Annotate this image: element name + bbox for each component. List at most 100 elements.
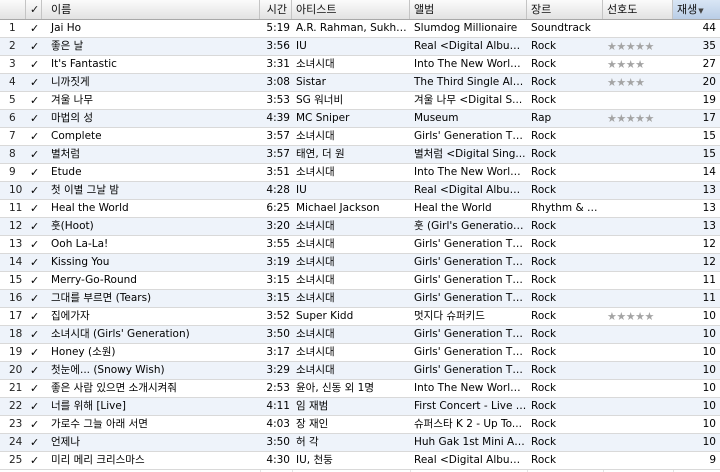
checkbox[interactable]: ✓ bbox=[26, 272, 42, 289]
track-name[interactable]: Merry-Go-Round bbox=[42, 272, 260, 289]
track-artist[interactable]: 윤아, 신동 외 1명 bbox=[292, 380, 410, 397]
header-rating[interactable]: 선호도 bbox=[603, 0, 673, 19]
checkbox[interactable]: ✓ bbox=[26, 344, 42, 361]
table-row[interactable]: 5 ✓ 겨울 나무 3:53 SG 워너비 겨울 나무 <Digital S... Rock… bbox=[0, 92, 720, 110]
track-artist[interactable]: 태연, 더 원 bbox=[292, 146, 410, 163]
track-rating[interactable] bbox=[603, 326, 673, 343]
track-rating[interactable] bbox=[603, 362, 673, 379]
track-artist[interactable]: 소녀시대 bbox=[292, 362, 410, 379]
table-row[interactable]: 13 ✓ Ooh La-La! 3:55 소녀시대 Girls' Generation T… bbox=[0, 236, 720, 254]
track-artist[interactable]: 소녀시대 bbox=[292, 56, 410, 73]
track-genre[interactable]: Rock bbox=[527, 92, 603, 109]
track-artist[interactable]: 소녀시대 bbox=[292, 164, 410, 181]
track-name[interactable]: 훗(Hoot) bbox=[42, 218, 260, 235]
track-artist[interactable]: 소녀시대 bbox=[292, 218, 410, 235]
track-name[interactable]: 첫 이별 그날 밤 bbox=[42, 182, 260, 199]
checkbox[interactable]: ✓ bbox=[26, 38, 42, 55]
header-name[interactable]: 이름 bbox=[42, 0, 260, 19]
track-rating[interactable] bbox=[603, 416, 673, 433]
checkbox[interactable]: ✓ bbox=[26, 218, 42, 235]
track-artist[interactable]: IU, 천둥 bbox=[292, 452, 410, 469]
checkbox[interactable]: ✓ bbox=[26, 164, 42, 181]
table-row[interactable]: 4 ✓ 니까짓게 3:08 Sistar The Third Single Alb... R… bbox=[0, 74, 720, 92]
track-genre[interactable]: Rock bbox=[527, 74, 603, 91]
checkbox[interactable]: ✓ bbox=[26, 416, 42, 433]
table-row[interactable]: 24 ✓ 언제나 3:50 허 각 Huh Gak 1st Mini Al... Rock 1… bbox=[0, 434, 720, 452]
track-album[interactable]: Girls' Generation Th... bbox=[410, 236, 527, 253]
track-album[interactable]: 슈퍼스타 K 2 - Up To... bbox=[410, 416, 527, 433]
track-name[interactable]: 집에가자 bbox=[42, 308, 260, 325]
checkbox[interactable]: ✓ bbox=[26, 434, 42, 451]
track-rating[interactable] bbox=[603, 164, 673, 181]
track-album[interactable]: Into The New World ... bbox=[410, 380, 527, 397]
track-rating[interactable]: ★★★★★ bbox=[603, 308, 673, 325]
track-rating[interactable]: ★★★★ bbox=[603, 74, 673, 91]
track-rating[interactable] bbox=[603, 236, 673, 253]
track-genre[interactable]: Rock bbox=[527, 308, 603, 325]
checkbox[interactable]: ✓ bbox=[26, 236, 42, 253]
checkbox[interactable]: ✓ bbox=[26, 56, 42, 73]
track-album[interactable]: Girls' Generation Th... bbox=[410, 254, 527, 271]
header-time[interactable]: 시간 bbox=[260, 0, 292, 19]
checkbox[interactable]: ✓ bbox=[26, 200, 42, 217]
checkbox[interactable]: ✓ bbox=[26, 92, 42, 109]
track-artist[interactable]: A.R. Rahman, Sukhvi... bbox=[292, 20, 410, 37]
track-genre[interactable]: Rock bbox=[527, 380, 603, 397]
track-rating[interactable] bbox=[603, 344, 673, 361]
track-genre[interactable]: Rock bbox=[527, 56, 603, 73]
table-row[interactable]: 25 ✓ 미리 메리 크리스마스 4:30 IU, 천둥 Real <Digital Al… bbox=[0, 452, 720, 470]
track-name[interactable]: 좋은 날 bbox=[42, 38, 260, 55]
track-genre[interactable]: Rock bbox=[527, 272, 603, 289]
track-artist[interactable]: Michael Jackson bbox=[292, 200, 410, 217]
track-name[interactable]: Heal the World bbox=[42, 200, 260, 217]
track-name[interactable]: 별처럼 bbox=[42, 146, 260, 163]
table-row[interactable]: 11 ✓ Heal the World 6:25 Michael Jackson Heal… bbox=[0, 200, 720, 218]
track-rating[interactable] bbox=[603, 20, 673, 37]
track-album[interactable]: 겨울 나무 <Digital S... bbox=[410, 92, 527, 109]
track-artist[interactable]: IU bbox=[292, 182, 410, 199]
track-genre[interactable]: Rhythm & B... bbox=[527, 200, 603, 217]
track-genre[interactable]: Rock bbox=[527, 326, 603, 343]
track-name[interactable]: It's Fantastic bbox=[42, 56, 260, 73]
track-album[interactable]: 멋지다 슈퍼키드 bbox=[410, 308, 527, 325]
track-artist[interactable]: 소녀시대 bbox=[292, 128, 410, 145]
table-row[interactable]: 3 ✓ It's Fantastic 3:31 소녀시대 Into The New Wor… bbox=[0, 56, 720, 74]
track-album[interactable]: Girls' Generation Th... bbox=[410, 362, 527, 379]
track-rating[interactable] bbox=[603, 254, 673, 271]
track-rating[interactable] bbox=[603, 398, 673, 415]
track-genre[interactable]: Rock bbox=[527, 182, 603, 199]
track-album[interactable]: Girls' Generation Th... bbox=[410, 128, 527, 145]
track-genre[interactable]: Rock bbox=[527, 146, 603, 163]
track-name[interactable]: 가로수 그늘 아래 서면 bbox=[42, 416, 260, 433]
track-rating[interactable] bbox=[603, 290, 673, 307]
table-row[interactable]: 12 ✓ 훗(Hoot) 3:20 소녀시대 훗 (Girl's Generation..… bbox=[0, 218, 720, 236]
track-artist[interactable]: 소녀시대 bbox=[292, 236, 410, 253]
track-album[interactable]: First Concert - Live &... bbox=[410, 398, 527, 415]
track-genre[interactable]: Rock bbox=[527, 344, 603, 361]
track-rating[interactable] bbox=[603, 218, 673, 235]
checkbox[interactable]: ✓ bbox=[26, 380, 42, 397]
checkbox[interactable]: ✓ bbox=[26, 74, 42, 91]
track-artist[interactable]: 소녀시대 bbox=[292, 290, 410, 307]
header-number[interactable] bbox=[0, 0, 26, 19]
table-row[interactable]: 20 ✓ 첫눈에... (Snowy Wish) 3:29 소녀시대 Girls' Gen… bbox=[0, 362, 720, 380]
table-row[interactable]: 16 ✓ 그대를 부르면 (Tears) 3:15 소녀시대 Girls' Generat… bbox=[0, 290, 720, 308]
track-name[interactable]: 소녀시대 (Girls' Generation) bbox=[42, 326, 260, 343]
table-row[interactable]: 21 ✓ 좋은 사람 있으면 소개시켜줘 2:53 윤아, 신동 외 1명 Into Th… bbox=[0, 380, 720, 398]
track-name[interactable]: 니까짓게 bbox=[42, 74, 260, 91]
checkbox[interactable]: ✓ bbox=[26, 128, 42, 145]
track-genre[interactable]: Rock bbox=[527, 128, 603, 145]
track-name[interactable]: 좋은 사람 있으면 소개시켜줘 bbox=[42, 380, 260, 397]
track-artist[interactable]: Super Kidd bbox=[292, 308, 410, 325]
track-rating[interactable] bbox=[603, 182, 673, 199]
track-artist[interactable]: 소녀시대 bbox=[292, 254, 410, 271]
track-name[interactable]: Ooh La-La! bbox=[42, 236, 260, 253]
track-name[interactable]: Jai Ho bbox=[42, 20, 260, 37]
track-rating[interactable] bbox=[603, 452, 673, 469]
checkbox[interactable]: ✓ bbox=[26, 20, 42, 37]
track-rating[interactable] bbox=[603, 380, 673, 397]
track-name[interactable]: 미리 메리 크리스마스 bbox=[42, 452, 260, 469]
table-row[interactable]: 19 ✓ Honey (소원) 3:17 소녀시대 Girls' Generation T… bbox=[0, 344, 720, 362]
checkbox[interactable]: ✓ bbox=[26, 326, 42, 343]
track-genre[interactable]: Rock bbox=[527, 452, 603, 469]
